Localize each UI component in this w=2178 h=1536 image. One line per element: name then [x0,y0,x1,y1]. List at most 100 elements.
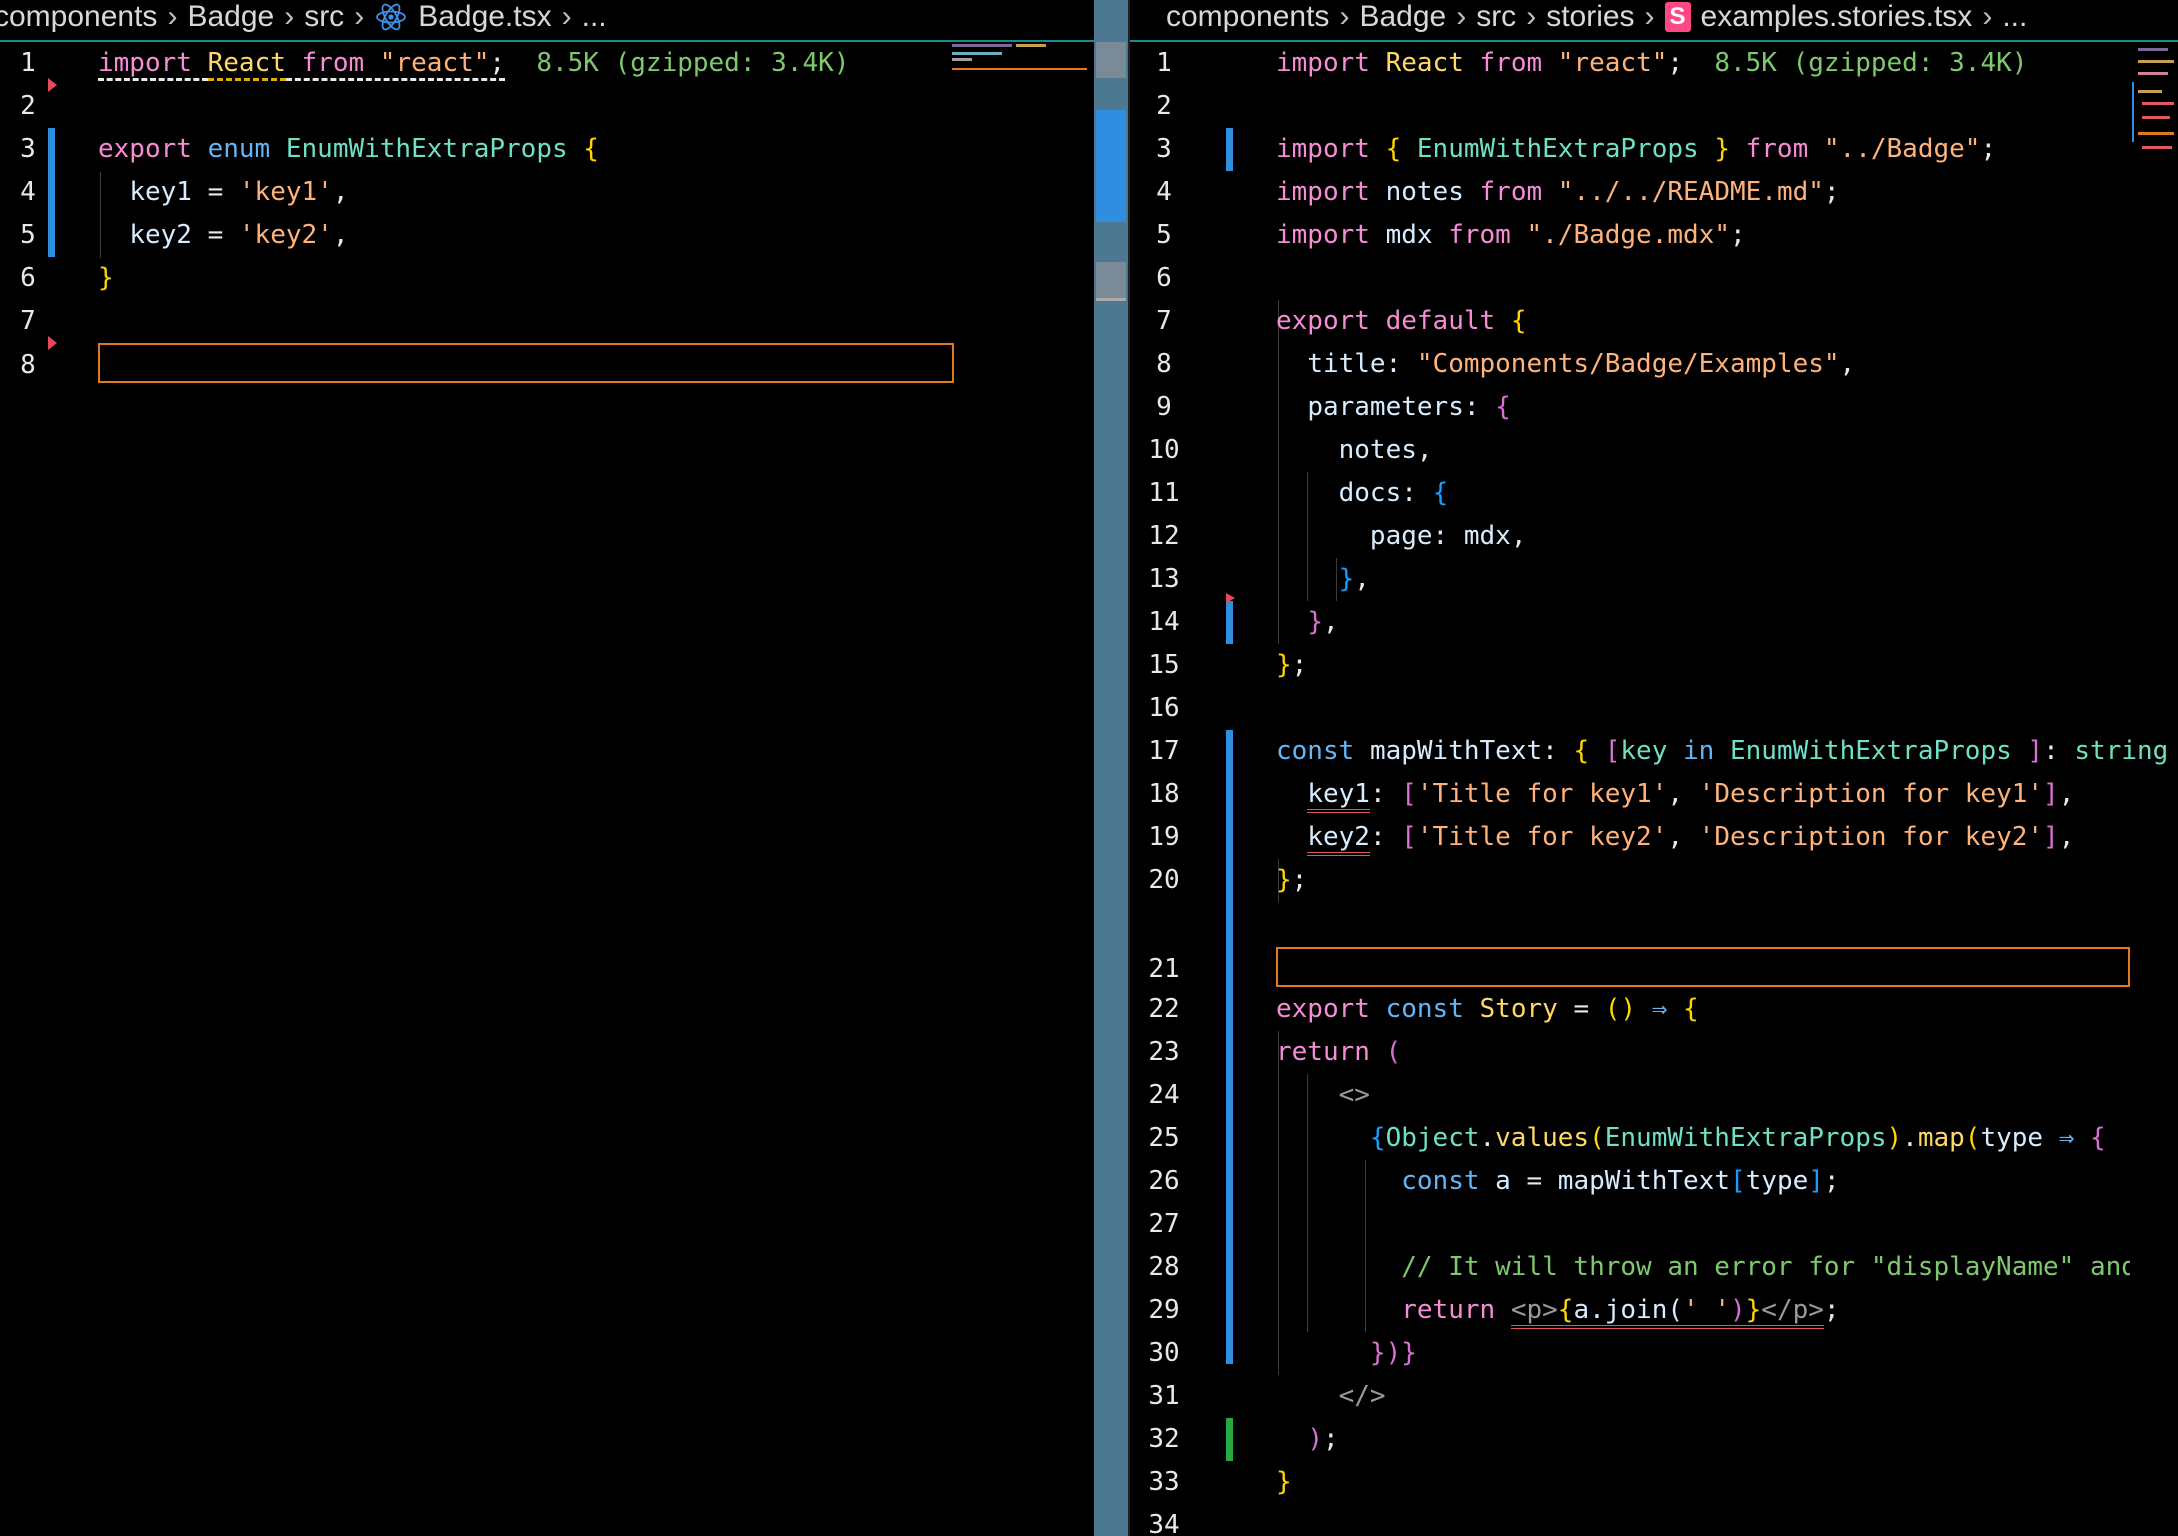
punctuation: : [1369,779,1386,809]
line-number: 30 [1148,1338,1180,1368]
code-line: 31 </> [1130,1375,2178,1418]
code-line: 17 const mapWithText: { [key in EnumWith… [1130,730,2178,773]
punctuation: , [1510,521,1527,551]
punctuation: , [1354,564,1370,594]
line-number: 4 [1156,177,1172,207]
code-line: 27 [1130,1203,2178,1246]
identifier: mdx [1463,521,1511,551]
editor-pane-left[interactable]: components › Badge › src › Badge.tsx ›... 1 imp… [0,0,1128,1536]
line-number: 8 [1156,349,1172,379]
property: title: [1307,349,1402,379]
code-line: 24 <> [1130,1074,2178,1117]
operator: = [191,220,239,250]
breadcrumb-item-components[interactable]: components [0,0,157,34]
keyword: from [1479,177,1543,207]
property-error[interactable]: key1 [1307,779,1370,813]
code-line: 14 }, [1130,601,2178,644]
identifier: React [207,48,286,78]
code-line: 29 return <p>{a.join(' ')}</p>; [1130,1289,2178,1332]
brace: } [1338,564,1355,594]
react-icon [374,0,408,40]
breadcrumb-file-name[interactable]: Badge.tsx [418,0,551,34]
type-name: EnumWithExtraProps [1416,134,1699,164]
code-editor[interactable]: 1 import React from "react"; 8.5K (gzipp… [1130,42,2178,1536]
code-line: 6 [1130,257,2178,300]
line-number: 15 [1148,650,1180,680]
punctuation: ; [1291,650,1308,680]
keyword: import [1276,48,1370,78]
code-line: 21 [1130,902,2178,984]
scrollbar-marker [1096,298,1126,301]
editor-pane-right[interactable]: components › Badge › src › stories › Sexamples.s… [1130,0,2178,1536]
breadcrumb-item-components[interactable]: components [1166,0,1329,34]
breadcrumb-item-badge[interactable]: Badge [187,0,274,34]
breadcrumb-more[interactable]: ... [582,0,607,34]
scrollbar[interactable] [1094,0,1128,1536]
property: notes [1338,435,1417,465]
line-number: 32 [1148,1424,1180,1454]
punctuation: : [1369,822,1386,852]
line-number: 10 [1148,435,1180,465]
breadcrumb-more[interactable]: ... [2002,0,2027,34]
enum-member: key2 [129,220,192,250]
line-number: 14 [1148,607,1180,637]
brace: { [583,134,599,164]
keyword: from [1479,48,1543,78]
line-number: 3 [20,134,36,164]
punctuation: : [1542,736,1558,766]
punctuation: ; [1980,134,1997,164]
breadcrumb-item-badge[interactable]: Badge [1359,0,1446,34]
punctuation: ; [1823,1166,1840,1196]
breadcrumb-file-name[interactable]: examples.stories.tsx [1701,0,1973,34]
punctuation: , [1667,779,1684,809]
line-number: 16 [1148,693,1180,723]
bracket: [ [1401,779,1417,809]
import-cost-annotation: 8.5K (gzipped: 3.4K) [536,48,850,78]
function-name: values [1495,1123,1590,1153]
bracket: [ [1401,822,1417,852]
identifier: mdx [1385,220,1433,250]
code-line: 1 import React from "react"; 8.5K (gzipp… [0,42,1094,85]
keyword: const [1276,736,1355,766]
bracket: ] [2027,736,2044,766]
property-error[interactable]: key2 [1307,822,1370,856]
line-number: 23 [1148,1037,1180,1067]
breadcrumb: components › Badge › src › stories › Sexamples.s… [1130,0,2178,42]
keyword: return [1401,1295,1496,1325]
punctuation: , [1322,607,1339,637]
chevron-right-icon: › [1982,0,1993,33]
property: page: [1369,521,1449,551]
arrow-operator: ⇒ [2058,1123,2075,1153]
parentheses: () [1604,994,1637,1024]
bracket: [ [1604,736,1621,766]
brace: } [1276,650,1292,680]
brace: } [1714,134,1730,164]
enum-member: key1 [129,177,192,207]
line-number: 4 [20,177,36,207]
punctuation: , [332,177,349,207]
keyword: return [1276,1037,1370,1067]
code-line: 3 export enum EnumWithExtraProps { [0,128,1094,171]
brace: { [2090,1123,2106,1153]
keyword: const [1401,1166,1480,1196]
code-line: 28 // It will throw an error for "displa… [1130,1246,2178,1289]
breadcrumb-item-src[interactable]: src [304,0,344,34]
line-number: 5 [20,220,36,250]
import-cost-annotation: 8.5K (gzipped: 3.4K) [1714,48,2028,78]
code-line: 3 import { EnumWithExtraProps } from "..… [1130,128,2178,171]
chevron-right-icon: › [354,0,365,33]
jsx-error-span[interactable]: <p>{a.join(' ')}</p> [1510,1295,1824,1329]
breadcrumb-item-src[interactable]: src [1476,0,1516,34]
code-editor[interactable]: 1 import React from "react"; 8.5K (gzipp… [0,42,1094,1536]
brace: { [1385,134,1402,164]
punctuation: ; [1667,48,1684,78]
line-number: 29 [1148,1295,1180,1325]
code-line: 33 } [1130,1461,2178,1504]
code-line: 9 parameters: { [1130,386,2178,429]
keyword: const [1385,994,1464,1024]
code-line: 2 [1130,85,2178,128]
breadcrumb-item-stories[interactable]: stories [1546,0,1634,34]
keyword: import [1276,134,1370,164]
string: "../Badge" [1823,134,1981,164]
bracket: [ [1729,1166,1746,1196]
